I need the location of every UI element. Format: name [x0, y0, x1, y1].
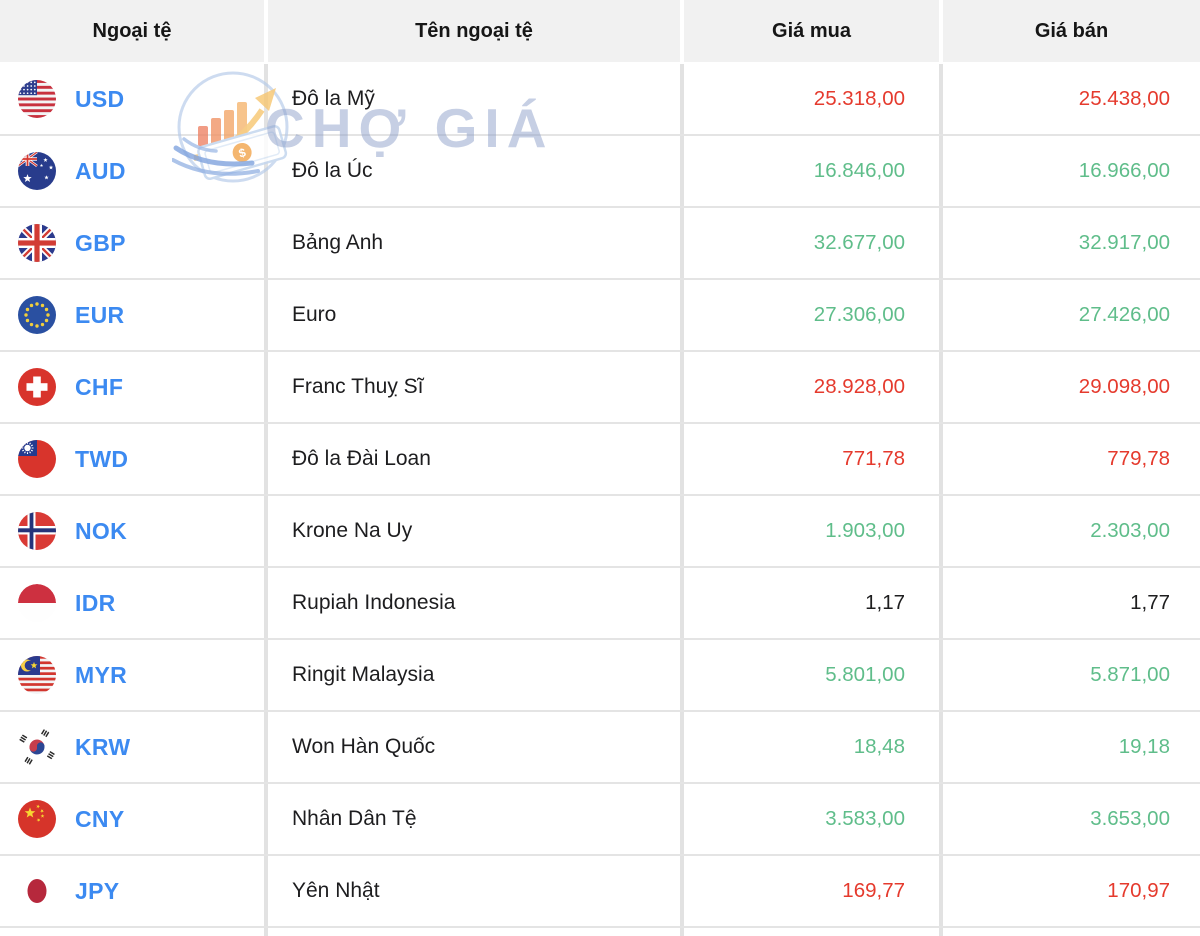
sell-price: 170,97 [943, 856, 1200, 926]
currency-row-eur[interactable]: EUR Euro27.306,0027.426,00 [0, 280, 1200, 352]
sell-price: 32.917,00 [943, 208, 1200, 278]
sell-price: 25.438,00 [943, 64, 1200, 134]
currency-code-link[interactable]: MYR [75, 662, 127, 689]
currency-name: Rupiah Indonesia [268, 568, 680, 638]
indonesia-flag-icon [18, 584, 56, 622]
buy-price: 16.846,00 [684, 136, 939, 206]
currency-name: Ringit Malaysia [268, 640, 680, 710]
currency-row-chf[interactable]: CHF Franc Thuỵ Sĩ28.928,0029.098,00 [0, 352, 1200, 424]
currency-code-link[interactable]: AUD [75, 158, 126, 185]
header-currency-name: Tên ngoại tệ [268, 0, 680, 62]
sell-price: 27.426,00 [943, 280, 1200, 350]
currency-row-twd[interactable]: TWD Đô la Đài Loan771,78779,78 [0, 424, 1200, 496]
uk-flag-icon [18, 224, 56, 262]
currency-code-link[interactable]: GBP [75, 230, 126, 257]
currency-name: Won Hàn Quốc [268, 712, 680, 782]
norway-flag-icon [18, 512, 56, 550]
buy-price: 28.928,00 [684, 352, 939, 422]
currency-code-link[interactable]: CHF [75, 374, 123, 401]
currency-code-link[interactable]: TWD [75, 446, 128, 473]
currency-name: Đô la Úc [268, 136, 680, 206]
australia-flag-icon [18, 152, 56, 190]
buy-price: 771,78 [684, 424, 939, 494]
china-flag-icon [18, 800, 56, 838]
currency-row-jpy[interactable]: JPY Yên Nhật169,77170,97 [0, 856, 1200, 928]
buy-price: 1.903,00 [684, 496, 939, 566]
currency-row-aud[interactable]: AUD Đô la Úc16.846,0016.966,00 [0, 136, 1200, 208]
currency-row-myr[interactable]: MYR Ringit Malaysia5.801,005.871,00 [0, 640, 1200, 712]
south-korea-flag-icon [18, 728, 56, 766]
buy-price: 18,48 [684, 712, 939, 782]
japan-flag-icon [18, 872, 56, 910]
sell-price: 5.871,00 [943, 640, 1200, 710]
buy-price: 1,17 [684, 568, 939, 638]
currency-row-idr[interactable]: IDR Rupiah Indonesia1,171,77 [0, 568, 1200, 640]
currency-row-cny[interactable]: CNY Nhân Dân Tệ3.583,003.653,00 [0, 784, 1200, 856]
currency-row-nok[interactable]: NOK Krone Na Uy1.903,002.303,00 [0, 496, 1200, 568]
eu-flag-icon [18, 296, 56, 334]
currency-code-link[interactable]: USD [75, 86, 124, 113]
currency-rows: USD Đô la Mỹ25.318,0025.438,00 AUD Đô la Úc… [0, 64, 1200, 928]
malaysia-flag-icon [18, 656, 56, 694]
sell-price: 29.098,00 [943, 352, 1200, 422]
sell-price: 19,18 [943, 712, 1200, 782]
sell-price: 1,77 [943, 568, 1200, 638]
currency-code-link[interactable]: CNY [75, 806, 124, 833]
switzerland-flag-icon [18, 368, 56, 406]
buy-price: 27.306,00 [684, 280, 939, 350]
currency-name: Krone Na Uy [268, 496, 680, 566]
currency-code-link[interactable]: IDR [75, 590, 116, 617]
sell-price: 2.303,00 [943, 496, 1200, 566]
sell-price: 3.653,00 [943, 784, 1200, 854]
header-currency: Ngoại tệ [0, 0, 264, 62]
exchange-rate-table: $ CHỢ GIÁ USDĐô la Mỹ25.318,0025.438,00A… [0, 64, 1200, 936]
currency-row-gbp[interactable]: GBP Bảng Anh32.677,0032.917,00 [0, 208, 1200, 280]
currency-name: Euro [268, 280, 680, 350]
sell-price: 16.966,00 [943, 136, 1200, 206]
taiwan-flag-icon [18, 440, 56, 478]
currency-row-krw[interactable]: KRW Won Hàn Quốc18,4819,18 [0, 712, 1200, 784]
buy-price: 25.318,00 [684, 64, 939, 134]
currency-name: Đô la Mỹ [268, 64, 680, 134]
currency-code-link[interactable]: KRW [75, 734, 130, 761]
currency-name: Bảng Anh [268, 208, 680, 278]
currency-name: Đô la Đài Loan [268, 424, 680, 494]
header-sell-price: Giá bán [943, 0, 1200, 62]
currency-name: Nhân Dân Tệ [268, 784, 680, 854]
buy-price: 169,77 [684, 856, 939, 926]
currency-code-link[interactable]: EUR [75, 302, 124, 329]
buy-price: 3.583,00 [684, 784, 939, 854]
table-header: Ngoại tệ Tên ngoại tệ Giá mua Giá bán [0, 0, 1200, 62]
currency-name: Franc Thuỵ Sĩ [268, 352, 680, 422]
usa-flag-icon [18, 80, 56, 118]
buy-price: 32.677,00 [684, 208, 939, 278]
sell-price: 779,78 [943, 424, 1200, 494]
currency-name: Yên Nhật [268, 856, 680, 926]
currency-code-link[interactable]: JPY [75, 878, 119, 905]
currency-row-usd[interactable]: USD Đô la Mỹ25.318,0025.438,00 [0, 64, 1200, 136]
buy-price: 5.801,00 [684, 640, 939, 710]
header-buy-price: Giá mua [684, 0, 939, 62]
currency-code-link[interactable]: NOK [75, 518, 127, 545]
